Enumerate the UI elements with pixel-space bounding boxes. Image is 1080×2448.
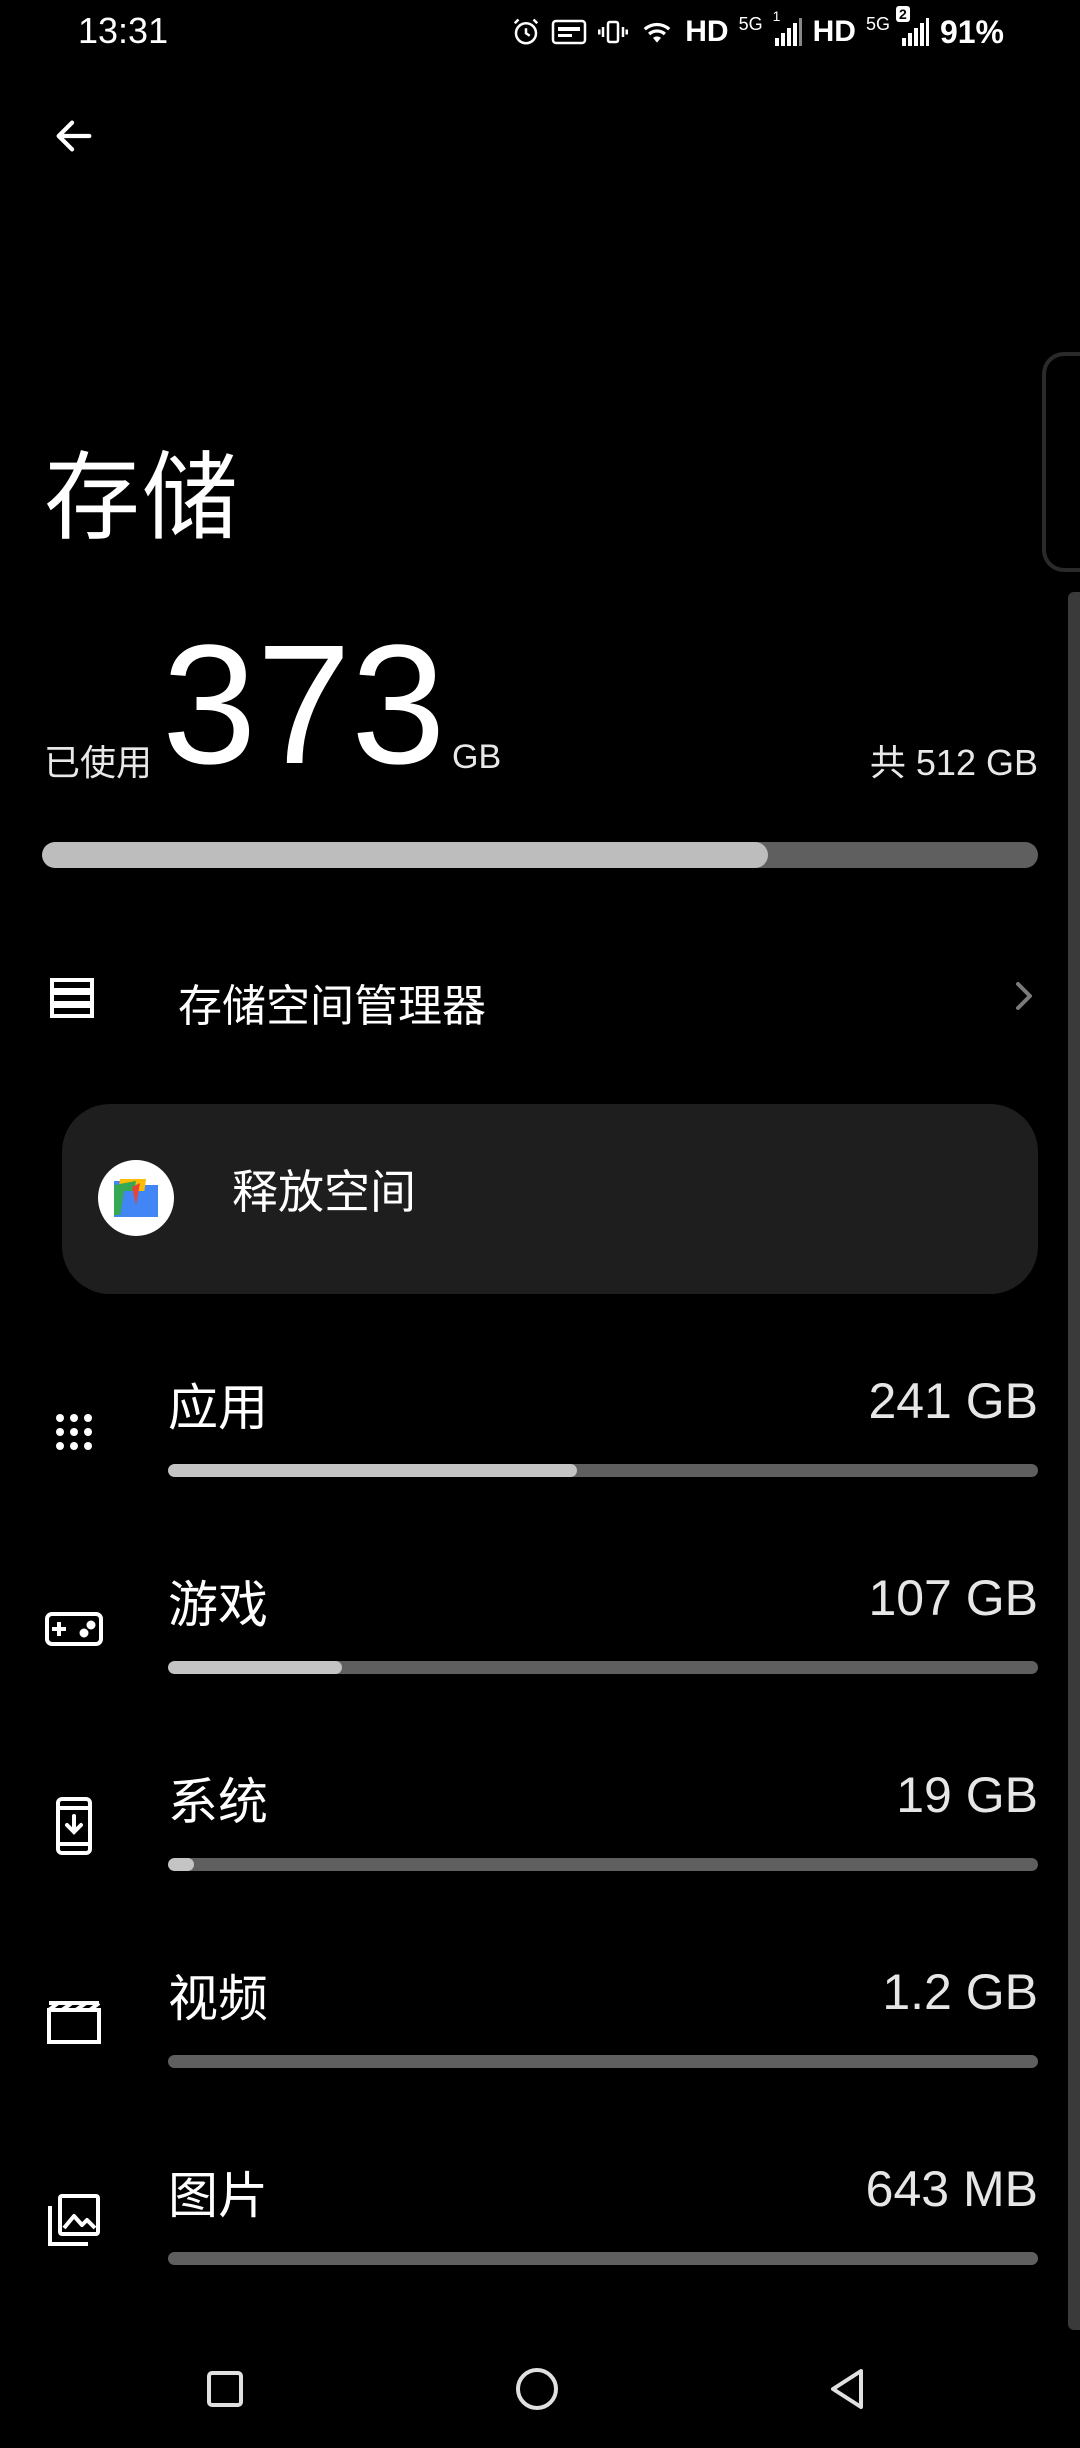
category-videos[interactable]: 视频 1.2 GB bbox=[0, 1941, 1080, 2139]
hd-badge-2: HD bbox=[812, 15, 856, 48]
free-up-space-label: 释放空间 bbox=[232, 1165, 416, 1219]
storage-usage-fill bbox=[42, 842, 768, 868]
free-up-space-card[interactable]: 释放空间 bbox=[62, 1104, 1038, 1294]
storage-list-icon bbox=[48, 976, 96, 1024]
category-usage-fill bbox=[168, 1661, 342, 1674]
navigation-bar bbox=[0, 2330, 1080, 2448]
battery-percent: 91% bbox=[939, 13, 1004, 50]
category-size: 241 GB bbox=[868, 1373, 1038, 1429]
auto-hz-icon bbox=[551, 17, 587, 47]
image-library-icon bbox=[44, 2190, 104, 2250]
storage-usage-bar bbox=[42, 842, 1038, 868]
sim-slot-2: 2 bbox=[895, 6, 910, 22]
category-label: 图片 bbox=[168, 2167, 268, 2225]
recents-button[interactable] bbox=[190, 2354, 260, 2424]
apps-grid-icon bbox=[44, 1402, 104, 1462]
storage-manager-label: 存储空间管理器 bbox=[178, 981, 486, 1032]
status-bar: 13:31 HD 5G 1 HD 5G 2 91% bbox=[0, 0, 1080, 64]
category-usage-bar bbox=[168, 2055, 1038, 2068]
category-usage-bar bbox=[168, 2252, 1038, 2265]
category-size: 19 GB bbox=[896, 1767, 1038, 1823]
category-label: 视频 bbox=[168, 1970, 268, 2028]
back-button[interactable] bbox=[44, 106, 104, 166]
used-value: 373 bbox=[162, 610, 446, 800]
category-label: 系统 bbox=[168, 1773, 268, 1831]
network-type-2: 5G bbox=[865, 14, 890, 34]
scrollbar[interactable] bbox=[1068, 592, 1080, 2330]
edge-panel-handle[interactable] bbox=[1042, 352, 1080, 572]
category-games[interactable]: 游戏 107 GB bbox=[0, 1547, 1080, 1745]
category-usage-fill bbox=[168, 1464, 577, 1477]
gamepad-icon bbox=[44, 1599, 104, 1659]
storage-manager-row[interactable]: 存储空间管理器 bbox=[0, 946, 1080, 1056]
triangle-back-icon bbox=[831, 2369, 863, 2409]
status-time: 13:31 bbox=[78, 10, 169, 51]
arrow-back-icon bbox=[56, 120, 92, 152]
category-system[interactable]: 系统 19 GB bbox=[0, 1744, 1080, 1942]
signal-icon-1: 1 bbox=[773, 8, 803, 48]
used-unit: GB bbox=[452, 738, 502, 776]
circle-home-icon bbox=[516, 2368, 558, 2410]
category-usage-bar bbox=[168, 1858, 1038, 1871]
category-label: 应用 bbox=[168, 1379, 268, 1437]
total-capacity: 共 512 GB bbox=[869, 742, 1038, 783]
category-usage-fill bbox=[168, 1858, 195, 1871]
category-images[interactable]: 图片 643 MB bbox=[0, 2138, 1080, 2336]
movie-clapper-icon bbox=[44, 1993, 104, 2053]
category-label: 游戏 bbox=[168, 1576, 268, 1634]
category-size: 1.2 GB bbox=[882, 1964, 1038, 2020]
system-update-icon bbox=[44, 1796, 104, 1856]
square-recents-icon bbox=[207, 2371, 243, 2407]
category-apps[interactable]: 应用 241 GB bbox=[0, 1350, 1080, 1548]
category-usage-bar bbox=[168, 1464, 1038, 1477]
storage-screen: 13:31 HD 5G 1 HD 5G 2 91% 存储 已使用 373 GB … bbox=[0, 0, 1080, 2448]
category-size: 107 GB bbox=[868, 1570, 1038, 1626]
status-icons: HD 5G 1 HD 5G 2 91% bbox=[511, 6, 1004, 54]
wifi-icon bbox=[639, 16, 675, 48]
hd-badge-1: HD bbox=[685, 15, 729, 48]
category-usage-bar bbox=[168, 1661, 1038, 1674]
sim-slot-1: 1 bbox=[772, 8, 781, 24]
network-type-1: 5G bbox=[738, 14, 763, 34]
alarm-icon bbox=[511, 17, 541, 47]
signal-icon-2: 2 bbox=[895, 6, 930, 48]
home-button[interactable] bbox=[502, 2354, 572, 2424]
chevron-right-icon bbox=[1010, 976, 1038, 1020]
page-title: 存储 bbox=[44, 442, 240, 554]
files-app-icon bbox=[98, 1160, 174, 1236]
vibrate-icon bbox=[597, 17, 629, 47]
back-nav-button[interactable] bbox=[812, 2354, 882, 2424]
used-label: 已使用 bbox=[44, 743, 153, 784]
category-size: 643 MB bbox=[865, 2161, 1038, 2217]
